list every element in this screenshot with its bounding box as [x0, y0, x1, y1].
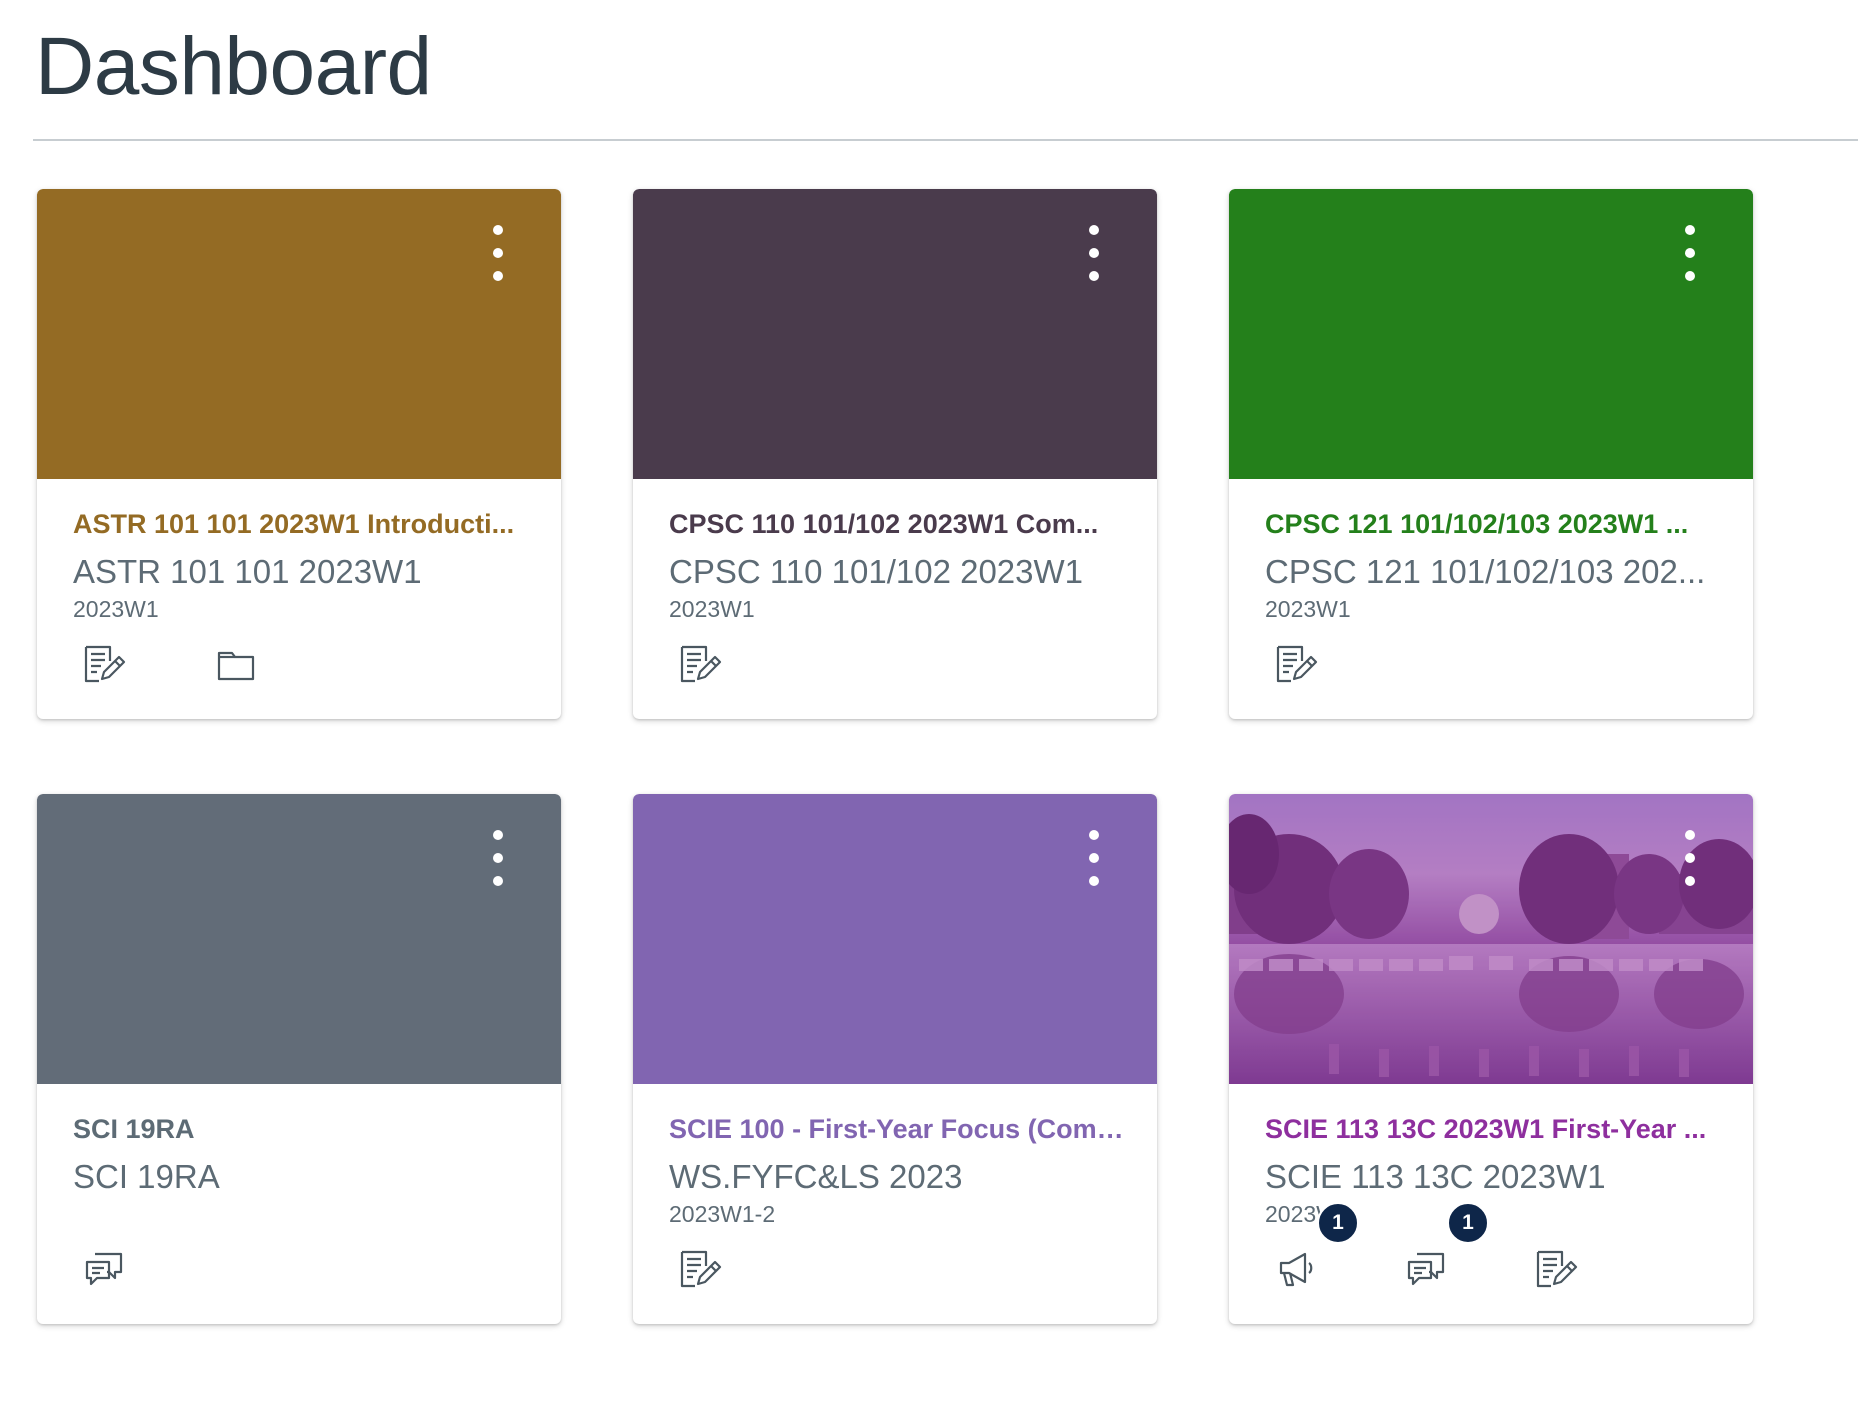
course-card-header[interactable] — [1229, 189, 1753, 479]
course-title-link[interactable]: CPSC 121 101/102/103 2023W1 ... — [1265, 507, 1720, 542]
assignments-icon[interactable] — [677, 1246, 723, 1292]
course-card-sci-19ra[interactable]: SCI 19RA SCI 19RA — [37, 794, 561, 1324]
discussions-icon[interactable]: 1 — [1403, 1202, 1489, 1292]
course-title-link[interactable]: SCI 19RA — [73, 1112, 528, 1147]
course-options-kebab-icon[interactable] — [1081, 830, 1107, 886]
course-options-kebab-icon[interactable] — [1677, 225, 1703, 281]
course-card-header-image[interactable] — [1229, 794, 1753, 1084]
course-options-kebab-icon[interactable] — [485, 225, 511, 281]
course-term: 2023W1 — [1265, 596, 1351, 622]
course-options-kebab-icon[interactable] — [1081, 225, 1107, 281]
course-code: CPSC 110 101/102 2023W1 — [669, 553, 1083, 590]
announcements-icon[interactable]: 1 — [1273, 1202, 1359, 1292]
course-card-cpsc-121[interactable]: CPSC 121 101/102/103 2023W1 ... CPSC 121… — [1229, 189, 1753, 719]
course-card-header[interactable] — [633, 189, 1157, 479]
course-code: CPSC 121 101/102/103 202... — [1265, 553, 1706, 590]
course-code: SCI 19RA — [73, 1158, 220, 1195]
campus-image — [1229, 794, 1753, 1084]
course-title-link[interactable]: SCIE 100 - First-Year Focus (Comp... — [669, 1112, 1124, 1147]
course-title-link[interactable]: CPSC 110 101/102 2023W1 Com... — [669, 507, 1124, 542]
course-title-link[interactable]: SCIE 113 13C 2023W1 First-Year ... — [1265, 1112, 1720, 1147]
course-card-astr-101[interactable]: ASTR 101 101 2023W1 Introducti... ASTR 1… — [37, 189, 561, 719]
discussions-icon[interactable] — [81, 1246, 127, 1292]
course-card-cpsc-110[interactable]: CPSC 110 101/102 2023W1 Com... CPSC 110 … — [633, 189, 1157, 719]
course-card-header[interactable] — [37, 794, 561, 1084]
course-options-kebab-icon[interactable] — [485, 830, 511, 886]
course-options-kebab-icon[interactable] — [1677, 830, 1703, 886]
course-code: SCIE 113 13C 2023W1 — [1265, 1158, 1606, 1195]
course-title-link[interactable]: ASTR 101 101 2023W1 Introducti... — [73, 507, 528, 542]
assignments-icon[interactable] — [1273, 641, 1319, 687]
assignments-icon[interactable] — [1533, 1246, 1579, 1292]
title-divider — [33, 139, 1858, 141]
course-code: ASTR 101 101 2023W1 — [73, 553, 422, 590]
unread-count-badge: 1 — [1317, 1202, 1359, 1244]
course-card-header[interactable] — [633, 794, 1157, 1084]
files-icon[interactable] — [213, 641, 259, 687]
course-term: 2023W1 — [73, 596, 159, 622]
assignments-icon[interactable] — [677, 641, 723, 687]
course-term: 2023W1-2 — [669, 1201, 776, 1227]
course-code: WS.FYFC&LS 2023 — [669, 1158, 963, 1195]
dashboard-page: Dashboard ASTR 101 101 2023W1 Introducti… — [0, 0, 1858, 1404]
page-title: Dashboard — [35, 21, 432, 112]
course-term: 2023W1 — [669, 596, 755, 622]
assignments-icon[interactable] — [81, 641, 127, 687]
course-card-header[interactable] — [37, 189, 561, 479]
unread-count-badge: 1 — [1447, 1202, 1489, 1244]
course-card-scie-113[interactable]: SCIE 113 13C 2023W1 First-Year ... SCIE … — [1229, 794, 1753, 1324]
course-card-scie-100[interactable]: SCIE 100 - First-Year Focus (Comp... WS.… — [633, 794, 1157, 1324]
